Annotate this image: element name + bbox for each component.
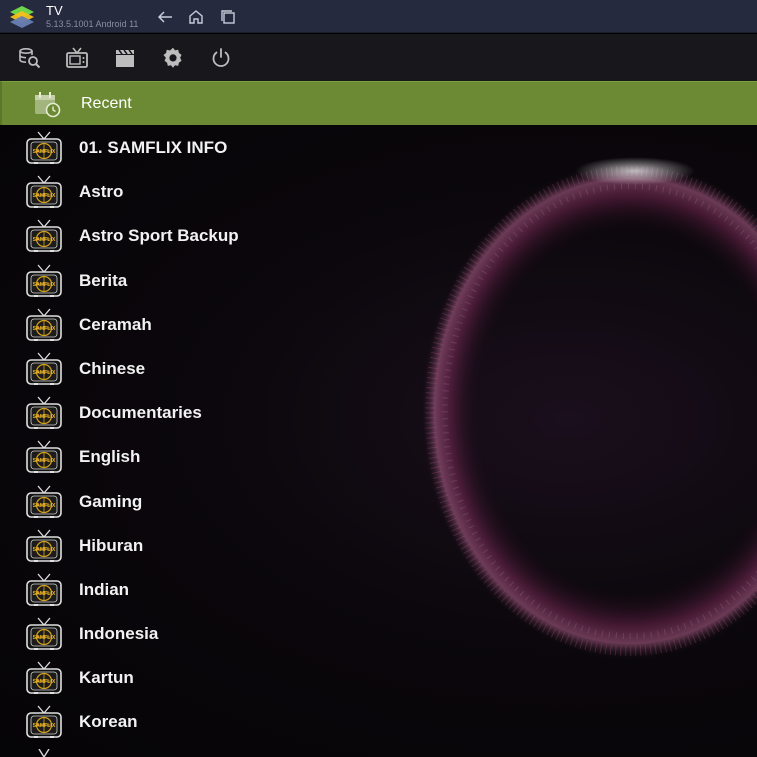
category-label: Korean: [79, 712, 138, 732]
channel-tv-logo-icon: SAMFLIX: [26, 308, 62, 341]
channel-tv-logo-icon: SAMFLIX: [26, 485, 62, 518]
emulator-titlebar: TV 5.13.5.1001 Android 11: [0, 0, 757, 33]
app-toolbar: [0, 34, 757, 81]
channel-logo-text: SAMFLIX: [33, 635, 56, 641]
channel-logo-text: SAMFLIX: [33, 414, 56, 420]
channel-tv-logo-icon: SAMFLIX: [26, 440, 62, 474]
category-label: Indian: [79, 579, 130, 599]
category-item[interactable]: SAMFLIX Hiburan: [0, 523, 757, 567]
power-button[interactable]: [208, 45, 234, 71]
channel-logo-text: SAMFLIX: [33, 546, 56, 552]
channel-logo-text: SAMFLIX: [33, 502, 56, 508]
channel-logo-text: SAMFLIX: [33, 326, 56, 332]
app-logo-icon: [10, 6, 34, 28]
recent-category-row[interactable]: Recent: [0, 81, 757, 125]
category-label: Hiburan: [79, 535, 144, 555]
channel-tv-logo-icon: SAMFLIX: [26, 264, 62, 297]
category-label: Gaming: [79, 491, 143, 511]
tv-icon: [66, 47, 88, 68]
category-item[interactable]: SAMFLIX Astro: [0, 169, 757, 213]
channel-tv-logo-icon: SAMFLIX: [26, 352, 62, 385]
channel-logo-text: SAMFLIX: [33, 281, 56, 287]
recent-label: Recent: [81, 95, 132, 112]
category-list: SAMFLIX 01. SAMFLIX INFO SAMFLIX Astro S…: [0, 125, 757, 744]
category-item[interactable]: SAMFLIX Korean: [0, 699, 757, 743]
partial-tv-icon: [38, 749, 50, 757]
channel-tv-logo-icon: SAMFLIX: [26, 131, 62, 164]
channel-tv-logo-icon: SAMFLIX: [26, 396, 62, 430]
category-label: Astro Sport Backup: [79, 226, 239, 246]
category-item[interactable]: SAMFLIX Gaming: [0, 479, 757, 523]
live-tv-button[interactable]: [64, 45, 90, 71]
channel-tv-logo-icon: SAMFLIX: [26, 529, 62, 562]
channel-logo-text: SAMFLIX: [33, 723, 56, 729]
recent-apps-button[interactable]: [218, 7, 238, 27]
category-item[interactable]: SAMFLIX Kartun: [0, 655, 757, 699]
category-item[interactable]: SAMFLIX Astro Sport Backup: [0, 213, 757, 257]
category-item[interactable]: SAMFLIX Berita: [0, 258, 757, 302]
category-item[interactable]: SAMFLIX Ceramah: [0, 302, 757, 346]
channel-logo-text: SAMFLIX: [33, 237, 56, 243]
channel-logo-text: SAMFLIX: [33, 591, 56, 597]
movies-icon: [116, 49, 134, 67]
search-button[interactable]: [16, 45, 42, 71]
search-icon: [19, 47, 41, 69]
category-item[interactable]: SAMFLIX Documentaries: [0, 390, 757, 434]
back-button[interactable]: [155, 7, 175, 27]
category-item[interactable]: SAMFLIX Indian: [0, 567, 757, 611]
category-item[interactable]: SAMFLIX Indonesia: [0, 611, 757, 655]
movies-button[interactable]: [112, 45, 138, 71]
settings-icon: [163, 47, 182, 68]
channel-logo-text: SAMFLIX: [33, 679, 56, 685]
category-label: Indonesia: [79, 624, 159, 644]
category-label: Ceramah: [79, 314, 152, 334]
channel-logo-text: SAMFLIX: [33, 193, 56, 199]
category-label: English: [79, 447, 141, 467]
category-label: Berita: [79, 270, 128, 290]
channel-logo-text: SAMFLIX: [33, 458, 56, 464]
channel-tv-logo-icon: SAMFLIX: [26, 661, 62, 695]
category-label: Documentaries: [79, 403, 202, 423]
category-item[interactable]: SAMFLIX Chinese: [0, 346, 757, 390]
category-item[interactable]: SAMFLIX 01. SAMFLIX INFO: [0, 125, 757, 169]
back-arrow-icon: [157, 11, 172, 23]
channel-logo-text: SAMFLIX: [33, 370, 56, 376]
category-panel: Recent SAMFLIX 01. SAMFLIX INFO SAMFLIX …: [0, 81, 757, 757]
recent-calendar-icon: [35, 92, 61, 118]
version-label: 5.13.5.1001 Android 11: [46, 19, 139, 29]
channel-tv-logo-icon: SAMFLIX: [26, 219, 62, 253]
home-icon: [189, 10, 203, 24]
category-label: Astro: [79, 182, 124, 202]
recent-apps-icon: [221, 10, 235, 24]
settings-button[interactable]: [160, 45, 186, 71]
category-item[interactable]: SAMFLIX English: [0, 434, 757, 478]
power-icon: [212, 48, 230, 67]
channel-logo-text: SAMFLIX: [33, 149, 56, 155]
window-title: TV: [46, 3, 63, 18]
channel-tv-logo-icon: SAMFLIX: [26, 617, 62, 651]
category-label: Kartun: [79, 668, 134, 688]
channel-tv-logo-icon: SAMFLIX: [26, 573, 62, 606]
channel-tv-logo-icon: SAMFLIX: [26, 175, 62, 209]
channel-tv-logo-icon: SAMFLIX: [26, 706, 62, 739]
category-label: 01. SAMFLIX INFO: [79, 138, 228, 157]
category-label: Chinese: [79, 358, 146, 378]
home-button[interactable]: [186, 7, 206, 27]
